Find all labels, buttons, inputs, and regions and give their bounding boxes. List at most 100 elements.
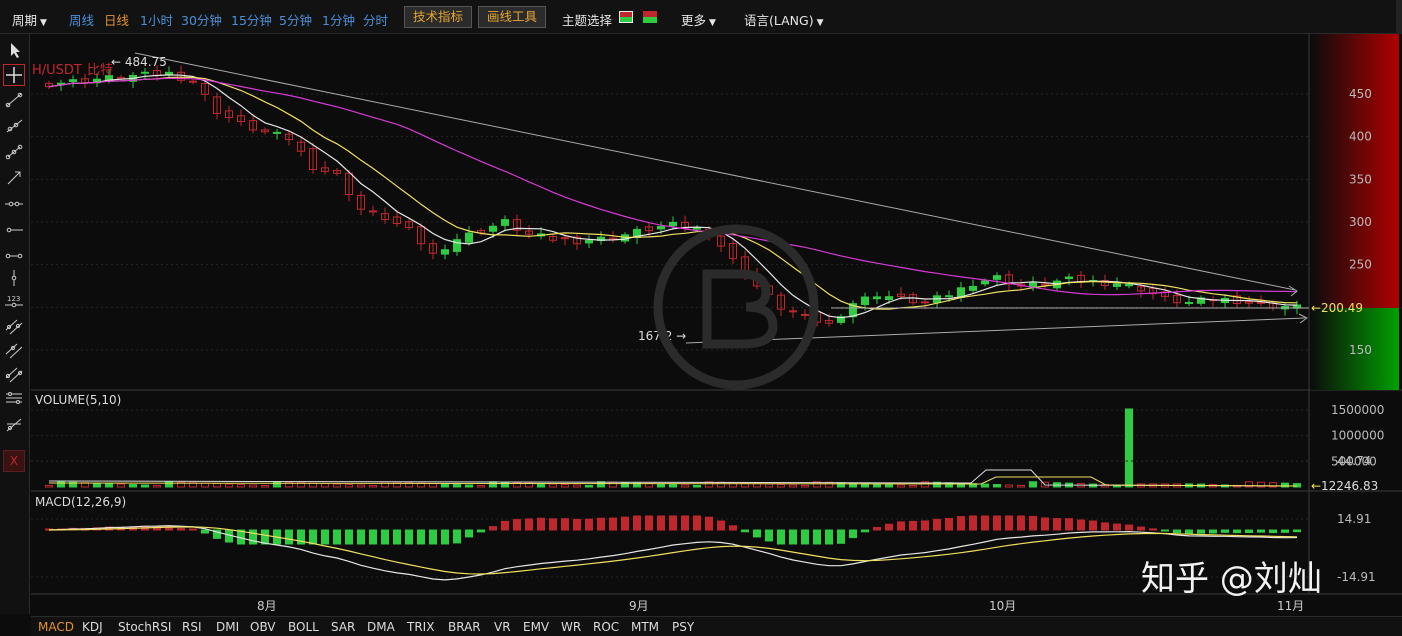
- parallel-channel-icon[interactable]: [4, 316, 24, 336]
- ray-icon[interactable]: [4, 116, 24, 136]
- macd-histogram-bar: [1017, 515, 1025, 531]
- chart-canvas[interactable]: 450 400 350 300 250 150 8月 9月 10月 11月 H/USDT 比特← 48…: [31, 34, 1402, 616]
- language-menu[interactable]: 语言(LANG) ▼: [744, 10, 824, 29]
- macd-histogram-bar: [1281, 529, 1289, 533]
- indicator-tab-mtm[interactable]: MTM: [631, 620, 659, 634]
- macd-histogram-bar: [1245, 529, 1253, 534]
- macd-histogram-bar: [441, 529, 449, 545]
- candle: [1125, 283, 1133, 287]
- macd-histogram-bar: [981, 515, 989, 531]
- high-price-annotation: ← 484.75: [111, 55, 167, 69]
- interval-15m[interactable]: 15分钟: [231, 10, 272, 29]
- indicator-tab-brar[interactable]: BRAR: [448, 620, 481, 634]
- indicator-tab-macd[interactable]: MACD: [38, 620, 74, 634]
- macd-histogram-bar: [741, 529, 749, 533]
- interval-5m[interactable]: 5分钟: [279, 10, 312, 29]
- indicator-tab-obv[interactable]: OBV: [250, 620, 276, 634]
- macd-histogram-bar: [285, 529, 293, 545]
- period-selector[interactable]: 周期 ▼: [12, 10, 47, 29]
- macd-histogram-bar: [405, 529, 413, 545]
- interval-weekly[interactable]: 周线: [69, 10, 94, 29]
- indicator-tab-vr[interactable]: VR: [494, 620, 511, 634]
- interval-1h[interactable]: 1小时: [140, 10, 173, 29]
- candle: [693, 227, 701, 230]
- candle: [69, 79, 77, 83]
- macd-histogram-bar: [465, 529, 473, 538]
- indicator-tab-stochrsi[interactable]: StochRSI: [118, 620, 171, 634]
- delete-icon[interactable]: X: [3, 450, 25, 472]
- macd-histogram-bar: [933, 518, 941, 531]
- interval-30m[interactable]: 30分钟: [181, 10, 222, 29]
- theme-dark-swatch[interactable]: [643, 11, 657, 23]
- price-label-icon[interactable]: 123: [4, 292, 24, 312]
- time-axis-label: 9月: [629, 599, 649, 613]
- interval-daily[interactable]: 日线: [104, 10, 129, 29]
- interval-1m[interactable]: 1分钟: [322, 10, 355, 29]
- macd-histogram-bar: [861, 529, 869, 533]
- volume-bar: [93, 482, 101, 488]
- macd-histogram-bar: [201, 529, 209, 534]
- indicator-tab-kdj[interactable]: KDJ: [82, 620, 103, 634]
- macd-histogram-bar: [1005, 515, 1013, 531]
- macd-histogram-bar: [585, 518, 593, 531]
- indicator-tab-trix[interactable]: TRIX: [407, 620, 434, 634]
- horizontal-line-icon[interactable]: [4, 194, 24, 214]
- macd-histogram-bar: [765, 529, 773, 542]
- macd-histogram-bar: [621, 516, 629, 531]
- macd-histogram-bar: [597, 517, 605, 531]
- segment-icon[interactable]: [4, 142, 24, 162]
- indicator-tab-boll[interactable]: BOLL: [288, 620, 319, 634]
- macd-histogram-bar: [801, 529, 809, 545]
- drawing-toolbar: 123 X: [0, 34, 30, 614]
- macd-histogram-bar: [921, 520, 929, 531]
- theme-light-swatch[interactable]: [619, 11, 633, 23]
- indicator-tab-emv[interactable]: EMV: [523, 620, 549, 634]
- indicator-tab-psy[interactable]: PSY: [672, 620, 694, 634]
- drawing-tools-button[interactable]: 画线工具: [478, 6, 547, 28]
- crosshair-icon[interactable]: [3, 64, 25, 86]
- macd-histogram-bar: [1221, 529, 1229, 533]
- macd-histogram-bar: [1101, 522, 1109, 531]
- indicator-tab-dma[interactable]: DMA: [367, 620, 395, 634]
- measure-icon[interactable]: [4, 414, 24, 434]
- volume-tick-label: 1000000: [1331, 429, 1384, 443]
- chevron-down-icon: ▼: [40, 18, 47, 28]
- more-menu[interactable]: 更多 ▼: [681, 10, 716, 29]
- window-scrollbar[interactable]: [1396, 0, 1402, 34]
- macd-histogram-bar: [969, 515, 977, 531]
- indicator-tab-roc[interactable]: ROC: [593, 620, 619, 634]
- fib-icon[interactable]: [4, 340, 24, 360]
- indicator-tab-dmi[interactable]: DMI: [216, 620, 239, 634]
- volume-title: VOLUME(5,10): [35, 393, 121, 407]
- arrow-icon[interactable]: [4, 168, 24, 188]
- line-icon[interactable]: [4, 90, 24, 110]
- candle: [273, 131, 281, 134]
- volume-bar: [441, 483, 449, 488]
- pitchfork-icon[interactable]: [4, 388, 24, 408]
- indicator-tab-rsi[interactable]: RSI: [182, 620, 202, 634]
- candle: [441, 249, 449, 255]
- time-axis-label: 8月: [257, 599, 277, 613]
- price-tick-label: 350: [1349, 172, 1372, 186]
- volume-bar: [129, 484, 137, 488]
- candle: [657, 226, 665, 230]
- horizontal-ray-icon[interactable]: [4, 220, 24, 240]
- macd-histogram-bar: [1173, 529, 1181, 534]
- macd-title: MACD(12,26,9): [35, 495, 126, 509]
- macd-histogram-bar: [1053, 518, 1061, 531]
- tech-indicator-button[interactable]: 技术指标: [404, 6, 473, 28]
- macd-histogram-bar: [681, 515, 689, 531]
- chart-area[interactable]: 450 400 350 300 250 150 8月 9月 10月 11月 H/USDT 比特 ← 48…: [31, 34, 1402, 616]
- vertical-line-icon[interactable]: [4, 268, 24, 288]
- horizontal-segment-icon[interactable]: [4, 246, 24, 266]
- macd-histogram-bar: [777, 529, 785, 545]
- macd-histogram-bar: [957, 516, 965, 531]
- indicator-tab-wr[interactable]: WR: [561, 620, 581, 634]
- candle: [1065, 276, 1073, 280]
- macd-histogram-bar: [573, 518, 581, 531]
- interval-timeline[interactable]: 分时: [363, 10, 388, 29]
- macd-histogram-bar: [1257, 529, 1265, 533]
- cursor-icon[interactable]: [4, 40, 24, 60]
- gann-icon[interactable]: [4, 364, 24, 384]
- indicator-tab-sar[interactable]: SAR: [331, 620, 355, 634]
